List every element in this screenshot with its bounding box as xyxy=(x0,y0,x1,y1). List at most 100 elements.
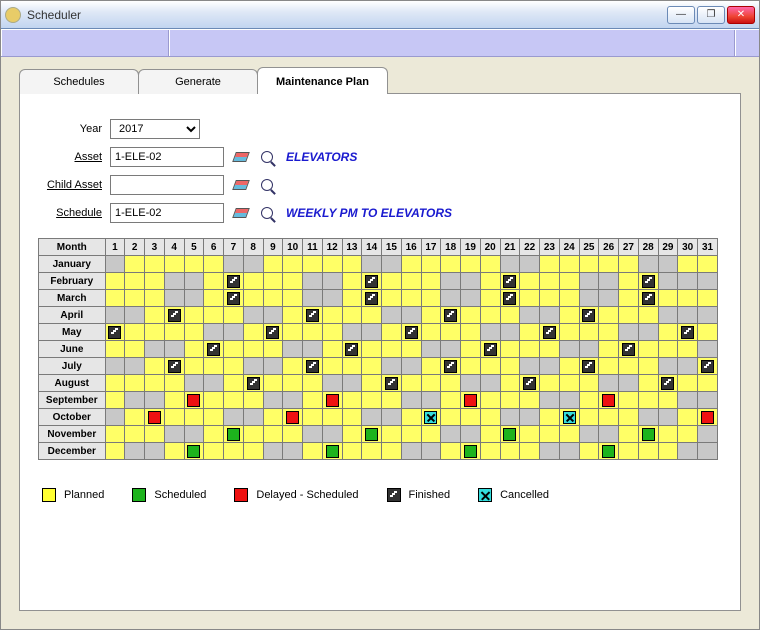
calendar-cell[interactable] xyxy=(599,290,619,307)
calendar-cell[interactable] xyxy=(520,273,540,290)
calendar-cell[interactable] xyxy=(125,375,145,392)
calendar-cell[interactable] xyxy=(342,426,362,443)
calendar-cell[interactable] xyxy=(263,443,283,460)
calendar-cell[interactable] xyxy=(638,443,658,460)
calendar-cell[interactable] xyxy=(204,409,224,426)
calendar-cell[interactable] xyxy=(461,392,481,409)
calendar-cell[interactable] xyxy=(599,307,619,324)
schedule-clear-icon[interactable] xyxy=(232,204,250,222)
calendar-cell[interactable] xyxy=(421,409,441,426)
calendar-cell[interactable] xyxy=(559,409,579,426)
event-finished-icon[interactable] xyxy=(444,309,457,322)
calendar-cell[interactable] xyxy=(342,443,362,460)
calendar-cell[interactable] xyxy=(224,375,244,392)
calendar-cell[interactable] xyxy=(658,307,678,324)
calendar-cell[interactable] xyxy=(204,324,224,341)
event-scheduled-icon[interactable] xyxy=(326,445,339,458)
calendar-cell[interactable] xyxy=(520,324,540,341)
calendar-cell[interactable] xyxy=(263,341,283,358)
calendar-cell[interactable] xyxy=(441,256,461,273)
calendar-cell[interactable] xyxy=(204,341,224,358)
calendar-cell[interactable] xyxy=(204,307,224,324)
calendar-cell[interactable] xyxy=(224,426,244,443)
calendar-cell[interactable] xyxy=(105,392,125,409)
calendar-cell[interactable] xyxy=(401,324,421,341)
calendar-cell[interactable] xyxy=(145,392,165,409)
calendar-cell[interactable] xyxy=(678,307,698,324)
calendar-cell[interactable] xyxy=(382,290,402,307)
calendar-cell[interactable] xyxy=(184,358,204,375)
calendar-cell[interactable] xyxy=(678,409,698,426)
calendar-cell[interactable] xyxy=(540,426,560,443)
event-finished-icon[interactable] xyxy=(642,292,655,305)
calendar-cell[interactable] xyxy=(204,290,224,307)
calendar-cell[interactable] xyxy=(342,375,362,392)
calendar-cell[interactable] xyxy=(342,392,362,409)
calendar-cell[interactable] xyxy=(638,358,658,375)
calendar-cell[interactable] xyxy=(204,443,224,460)
calendar-cell[interactable] xyxy=(125,341,145,358)
event-scheduled-icon[interactable] xyxy=(187,445,200,458)
calendar-cell[interactable] xyxy=(480,324,500,341)
event-finished-icon[interactable] xyxy=(306,360,319,373)
calendar-cell[interactable] xyxy=(322,426,342,443)
calendar-cell[interactable] xyxy=(421,426,441,443)
calendar-cell[interactable] xyxy=(184,426,204,443)
calendar-cell[interactable] xyxy=(342,256,362,273)
calendar-cell[interactable] xyxy=(461,290,481,307)
event-finished-icon[interactable] xyxy=(227,292,240,305)
event-finished-icon[interactable] xyxy=(622,343,635,356)
calendar-cell[interactable] xyxy=(125,324,145,341)
calendar-cell[interactable] xyxy=(421,443,441,460)
calendar-cell[interactable] xyxy=(658,256,678,273)
calendar-cell[interactable] xyxy=(184,409,204,426)
calendar-cell[interactable] xyxy=(461,443,481,460)
calendar-cell[interactable] xyxy=(164,290,184,307)
calendar-cell[interactable] xyxy=(599,392,619,409)
calendar-cell[interactable] xyxy=(362,392,382,409)
calendar-cell[interactable] xyxy=(441,290,461,307)
calendar-cell[interactable] xyxy=(322,409,342,426)
event-finished-icon[interactable] xyxy=(168,309,181,322)
calendar-cell[interactable] xyxy=(520,375,540,392)
event-finished-icon[interactable] xyxy=(543,326,556,339)
event-finished-icon[interactable] xyxy=(582,309,595,322)
calendar-cell[interactable] xyxy=(382,375,402,392)
event-finished-icon[interactable] xyxy=(681,326,694,339)
calendar-cell[interactable] xyxy=(322,375,342,392)
calendar-cell[interactable] xyxy=(461,256,481,273)
calendar-cell[interactable] xyxy=(243,443,263,460)
calendar-cell[interactable] xyxy=(204,375,224,392)
calendar-cell[interactable] xyxy=(224,273,244,290)
calendar-cell[interactable] xyxy=(500,324,520,341)
calendar-cell[interactable] xyxy=(224,256,244,273)
calendar-cell[interactable] xyxy=(263,392,283,409)
calendar-cell[interactable] xyxy=(540,256,560,273)
calendar-cell[interactable] xyxy=(520,409,540,426)
calendar-cell[interactable] xyxy=(145,409,165,426)
calendar-cell[interactable] xyxy=(401,341,421,358)
calendar-cell[interactable] xyxy=(204,273,224,290)
calendar-cell[interactable] xyxy=(421,256,441,273)
calendar-cell[interactable] xyxy=(619,324,639,341)
calendar-cell[interactable] xyxy=(658,324,678,341)
calendar-cell[interactable] xyxy=(658,358,678,375)
calendar-cell[interactable] xyxy=(145,341,165,358)
calendar-cell[interactable] xyxy=(263,324,283,341)
calendar-cell[interactable] xyxy=(678,375,698,392)
calendar-cell[interactable] xyxy=(540,290,560,307)
calendar-cell[interactable] xyxy=(145,443,165,460)
calendar-cell[interactable] xyxy=(599,256,619,273)
calendar-cell[interactable] xyxy=(263,290,283,307)
calendar-cell[interactable] xyxy=(579,426,599,443)
calendar-cell[interactable] xyxy=(303,324,323,341)
calendar-cell[interactable] xyxy=(461,341,481,358)
calendar-cell[interactable] xyxy=(283,273,303,290)
calendar-cell[interactable] xyxy=(441,392,461,409)
event-finished-icon[interactable] xyxy=(207,343,220,356)
calendar-cell[interactable] xyxy=(678,443,698,460)
calendar-cell[interactable] xyxy=(441,375,461,392)
calendar-cell[interactable] xyxy=(382,273,402,290)
calendar-cell[interactable] xyxy=(105,256,125,273)
calendar-cell[interactable] xyxy=(125,409,145,426)
